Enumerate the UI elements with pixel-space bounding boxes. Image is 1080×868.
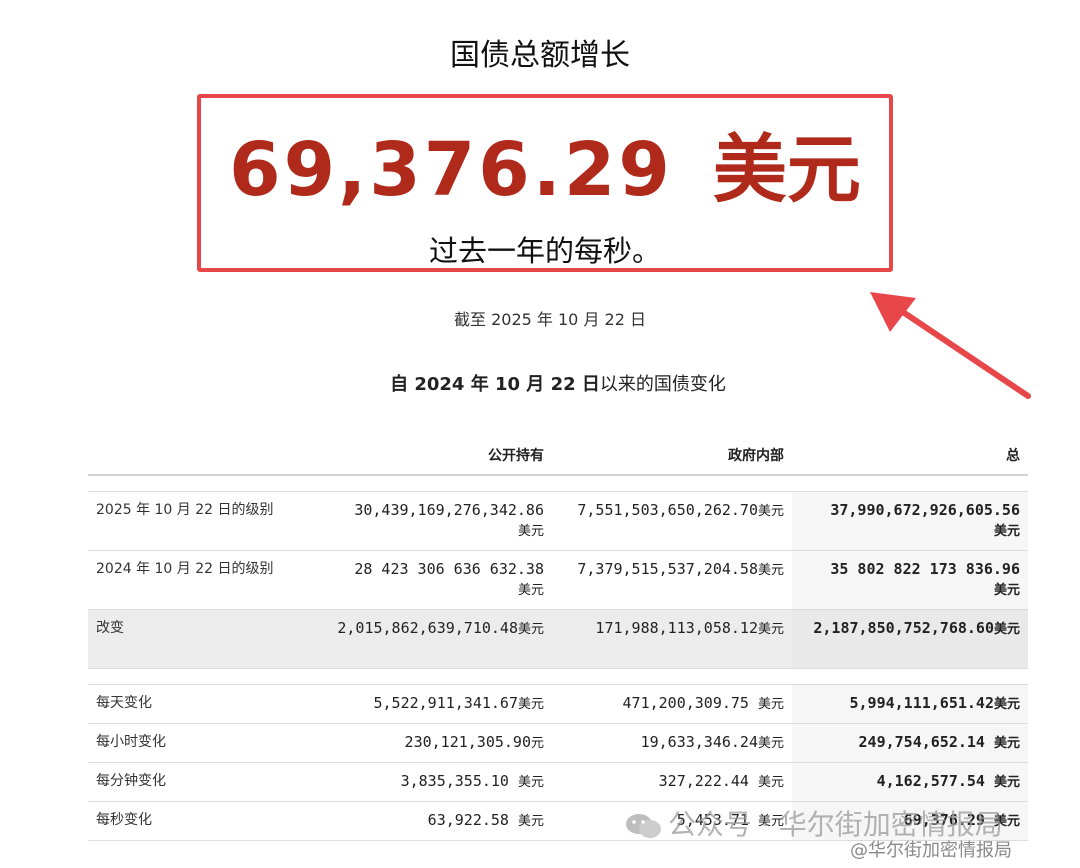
row-label: 每小时变化 xyxy=(88,723,326,763)
total-value: 2,187,850,752,768.60美元 xyxy=(792,609,1028,669)
column-header-label xyxy=(88,436,326,476)
column-header-public: 公开持有 xyxy=(326,436,552,476)
section-title-bold: 自 2024 年 10 月 22 日 xyxy=(390,374,600,395)
row-label: 改变 xyxy=(88,609,326,669)
intragov-value: 471,200,309.75 美元 xyxy=(552,684,792,724)
public-value: 30,439,169,276,342.86 美元 xyxy=(326,491,552,551)
row-label: 2025 年 10 月 22 日的级别 xyxy=(88,491,326,551)
public-value: 2,015,862,639,710.48美元 xyxy=(326,609,552,669)
amount-value: 69,376.29 xyxy=(229,127,673,213)
row-label: 每秒变化 xyxy=(88,801,326,841)
table-row: 每分钟变化 3,835,355.10 美元 327,222.44 美元 4,16… xyxy=(88,762,1028,802)
intragov-value: 171,988,113,058.12美元 xyxy=(552,609,792,669)
row-label: 2024 年 10 月 22 日的级别 xyxy=(88,550,326,610)
table-row: 改变 2,015,862,639,710.48美元 171,988,113,05… xyxy=(88,609,1028,669)
intragov-value: 7,379,515,537,204.58美元 xyxy=(552,550,792,610)
public-value: 230,121,305.90元 xyxy=(326,723,552,763)
table-row: 2024 年 10 月 22 日的级别 28 423 306 636 632.3… xyxy=(88,550,1028,610)
row-label: 每天变化 xyxy=(88,684,326,724)
total-value: 5,994,111,651.42美元 xyxy=(792,684,1028,724)
table-spacer xyxy=(88,475,1028,492)
amount-unit: 美元 xyxy=(712,127,861,213)
table-header-row: 公开持有 政府内部 总 xyxy=(88,436,1028,476)
per-second-caption: 过去一年的每秒。 xyxy=(428,234,661,268)
table-row: 每小时变化 230,121,305.90元 19,633,346.24美元 24… xyxy=(88,723,1028,763)
public-value: 28 423 306 636 632.38 美元 xyxy=(326,550,552,610)
intragov-value: 7,551,503,650,262.70美元 xyxy=(552,491,792,551)
row-label: 每分钟变化 xyxy=(88,762,326,802)
public-value: 5,522,911,341.67美元 xyxy=(326,684,552,724)
per-second-amount: 69,376.29 美元 xyxy=(201,110,889,217)
wechat-icon xyxy=(626,814,661,838)
debt-table: 公开持有 政府内部 总 2025 年 10 月 22 日的级别 30,439,1… xyxy=(88,436,1028,841)
total-value: 4,162,577.54 美元 xyxy=(792,762,1028,802)
page-title: 国债总额增长 xyxy=(450,38,630,73)
public-value: 63,922.58 美元 xyxy=(326,801,552,841)
intragov-value: 327,222.44 美元 xyxy=(552,762,792,802)
table-spacer xyxy=(88,668,1028,685)
column-header-total: 总 xyxy=(792,436,1028,476)
section-title-rest: 以来的国债变化 xyxy=(599,374,726,395)
column-header-intragov: 政府内部 xyxy=(552,436,792,476)
total-value: 249,754,652.14 美元 xyxy=(792,723,1028,763)
table-row: 2025 年 10 月 22 日的级别 30,439,169,276,342.8… xyxy=(88,491,1028,551)
total-value: 35 802 822 173 836.96 美元 xyxy=(792,550,1028,610)
watermark-handle: @华尔街加密情报局 xyxy=(850,840,1012,861)
highlight-box: 69,376.29 美元 过去一年的每秒。 xyxy=(197,94,893,272)
public-value: 3,835,355.10 美元 xyxy=(326,762,552,802)
as-of-date: 截至 2025 年 10 月 22 日 xyxy=(454,310,646,329)
intragov-value: 19,633,346.24美元 xyxy=(552,723,792,763)
total-value: 37,990,672,926,605.56 美元 xyxy=(792,491,1028,551)
table-row: 每天变化 5,522,911,341.67美元 471,200,309.75 美… xyxy=(88,684,1028,724)
section-title: 自 2024 年 10 月 22 日以来的国债变化 xyxy=(0,370,1080,396)
